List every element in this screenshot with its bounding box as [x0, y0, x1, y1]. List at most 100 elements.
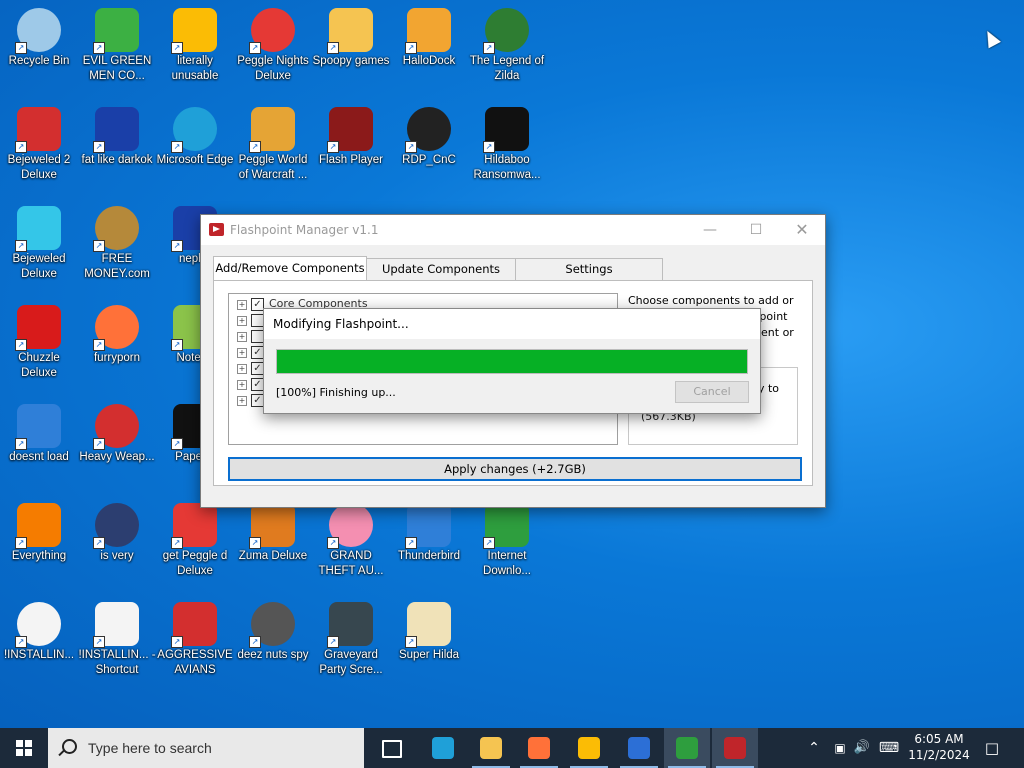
show-hidden-icons-chevron-icon[interactable]: ⌃	[804, 728, 824, 768]
download-manager-icon: ↗	[483, 503, 529, 549]
minimize-button[interactable]: —	[687, 215, 733, 245]
desktop-icon[interactable]: ↗ HalloDock	[390, 4, 468, 69]
taskbar-search-box[interactable]: Type here to search	[48, 728, 364, 768]
pixel-character-icon: ↗	[405, 602, 451, 648]
flashpoint-icon	[209, 223, 224, 236]
desktop-icon[interactable]: ↗ RDP_CnC	[390, 103, 468, 168]
desktop-icon-label: HalloDock	[402, 55, 456, 67]
desktop-icon[interactable]: ↗ AGGRESSIVE AVIANS	[156, 598, 234, 678]
shortcut-arrow-icon: ↗	[15, 141, 27, 153]
expand-icon[interactable]: +	[237, 316, 247, 326]
shortcut-arrow-icon: ↗	[483, 537, 495, 549]
desktop-icon[interactable]: ↗ Heavy Weap...	[78, 400, 156, 465]
shortcut-arrow-icon: ↗	[15, 537, 27, 549]
desktop-icon[interactable]: ↗ Microsoft Edge	[156, 103, 234, 168]
peggle-icon: ↗	[249, 8, 295, 54]
flash-player-icon: ↗	[327, 107, 373, 153]
desktop-icon[interactable]: ↗ Flash Player	[312, 103, 390, 168]
desktop-icon[interactable]: ↗ Everything	[0, 499, 78, 564]
desktop-icon[interactable]: ↗ FREE MONEY.com	[78, 202, 156, 282]
expand-icon[interactable]: +	[237, 332, 247, 342]
tab-settings[interactable]: Settings	[515, 258, 663, 280]
expand-icon[interactable]: +	[237, 364, 247, 374]
desktop-icon[interactable]: ↗ Spoopy games	[312, 4, 390, 69]
desktop-icon[interactable]: ↗ GRAND THEFT AU...	[312, 499, 390, 579]
start-button[interactable]	[0, 728, 48, 768]
desktop-icon[interactable]: ↗ doesnt load	[0, 400, 78, 465]
desktop-icon-label: RDP_CnC	[402, 154, 456, 166]
desktop-icon[interactable]: ↗ Chuzzle Deluxe	[0, 301, 78, 381]
desktop-icon[interactable]: ↗ deez nuts spy	[234, 598, 312, 663]
taskbar-app-edge[interactable]	[420, 728, 466, 768]
desktop-icon[interactable]: ↗ The Legend of Zilda	[468, 4, 546, 84]
desktop-icon[interactable]: ↗ Thunderbird	[390, 499, 468, 564]
desktop-icon-label: Peggle Nights Deluxe	[237, 55, 309, 82]
desktop-icon[interactable]: ↗ Peggle World of Warcraft ...	[234, 103, 312, 183]
desktop-icon[interactable]: ↗ EVIL GREEN MEN CO...	[78, 4, 156, 84]
desktop-icon[interactable]: ↗ Graveyard Party Scre...	[312, 598, 390, 678]
taskbar-app-firefox[interactable]	[516, 728, 562, 768]
window-titlebar[interactable]: Flashpoint Manager v1.1 — ☐ ✕	[201, 215, 825, 245]
desktop-icon-label: GRAND THEFT AU...	[318, 550, 384, 577]
desktop-icon[interactable]: ↗ Super Hilda	[390, 598, 468, 663]
taskbar-app-mpi-app[interactable]	[616, 728, 662, 768]
recycle-bin-icon: ↗	[15, 8, 61, 54]
desktop-icon[interactable]: ↗ !INSTALLIN... - Shortcut	[78, 598, 156, 678]
shortcut-arrow-icon: ↗	[327, 141, 339, 153]
taskbar-app-internet-download-manager[interactable]	[664, 728, 710, 768]
edge-icon	[432, 737, 454, 759]
desktop-icon[interactable]: ↗ !INSTALLIN...	[0, 598, 78, 663]
progress-dialog-title: Modifying Flashpoint...	[264, 309, 760, 339]
desktop-icon[interactable]: ↗ Bejeweled 2 Deluxe	[0, 103, 78, 183]
desktop-icon[interactable]: ↗ Bejeweled Deluxe	[0, 202, 78, 282]
desktop-icon[interactable]: ↗ Peggle Nights Deluxe	[234, 4, 312, 84]
desktop-icon[interactable]: ↗ fat like darkok	[78, 103, 156, 168]
desktop-icon[interactable]: ↗ is very	[78, 499, 156, 564]
taskbar-app-task-view[interactable]	[368, 728, 414, 768]
desktop-icon-label: The Legend of Zilda	[469, 55, 545, 82]
desktop-icon-label: literally unusable	[171, 55, 219, 82]
text-file-icon: ↗	[93, 602, 139, 648]
network-icon[interactable]: ▣	[830, 728, 850, 768]
expand-icon[interactable]: +	[237, 380, 247, 390]
desktop-icon-label: furryporn	[93, 352, 141, 364]
shortcut-arrow-icon: ↗	[171, 339, 183, 351]
volume-icon[interactable]: 🔊	[852, 728, 872, 768]
desktop-icon-label: Graveyard Party Scre...	[319, 649, 383, 676]
taskbar-app-flashpoint-manager[interactable]	[712, 728, 758, 768]
maximize-button[interactable]: ☐	[733, 215, 779, 245]
expand-icon[interactable]: +	[237, 300, 247, 310]
thunderbird-icon: ↗	[405, 503, 451, 549]
desktop-icon-label: Heavy Weap...	[79, 451, 155, 463]
taskbar-clock[interactable]: 6:05 AM 11/2/2024	[906, 731, 972, 763]
desktop-icon[interactable]: ↗ Hildaboo Ransomwa...	[468, 103, 546, 183]
taskbar-app-chrome[interactable]	[566, 728, 612, 768]
desktop-icon[interactable]: ↗ Recycle Bin	[0, 4, 78, 69]
shortcut-arrow-icon: ↗	[93, 537, 105, 549]
desktop-icon[interactable]: ↗ literally unusable	[156, 4, 234, 84]
taskbar-app-file-explorer[interactable]	[468, 728, 514, 768]
firefox-icon	[528, 737, 550, 759]
progress-status: [100%] Finishing up...	[276, 386, 396, 399]
flashpoint-manager-icon	[724, 737, 746, 759]
info-text: y to	[757, 382, 779, 395]
desktop-icon[interactable]: ↗ Internet Downlo...	[468, 499, 546, 579]
expand-icon[interactable]: +	[237, 396, 247, 406]
desktop-icon[interactable]: ↗ Zuma Deluxe	[234, 499, 312, 564]
anime-girl-icon: ↗	[327, 503, 373, 549]
cancel-button[interactable]: Cancel	[675, 381, 749, 403]
desktop-icon[interactable]: ↗ get Peggle d Deluxe	[156, 499, 234, 579]
close-button[interactable]: ✕	[779, 215, 825, 245]
chuzzle-icon: ↗	[15, 305, 61, 351]
desktop-icon-label: FREE MONEY.com	[84, 253, 150, 280]
expand-icon[interactable]: +	[237, 348, 247, 358]
notifications-icon[interactable]: □	[980, 728, 1004, 768]
apply-changes-button[interactable]: Apply changes (+2.7GB)	[228, 457, 802, 481]
file-explorer-icon	[480, 737, 502, 759]
shortcut-arrow-icon: ↗	[15, 636, 27, 648]
tab-update-components[interactable]: Update Components	[366, 258, 516, 280]
desktop-icon[interactable]: ↗ furryporn	[78, 301, 156, 366]
keyboard-icon[interactable]: ⌨	[876, 728, 902, 768]
tab-add-remove-components[interactable]: Add/Remove Components	[213, 256, 367, 281]
zuma-icon: ↗	[249, 503, 295, 549]
